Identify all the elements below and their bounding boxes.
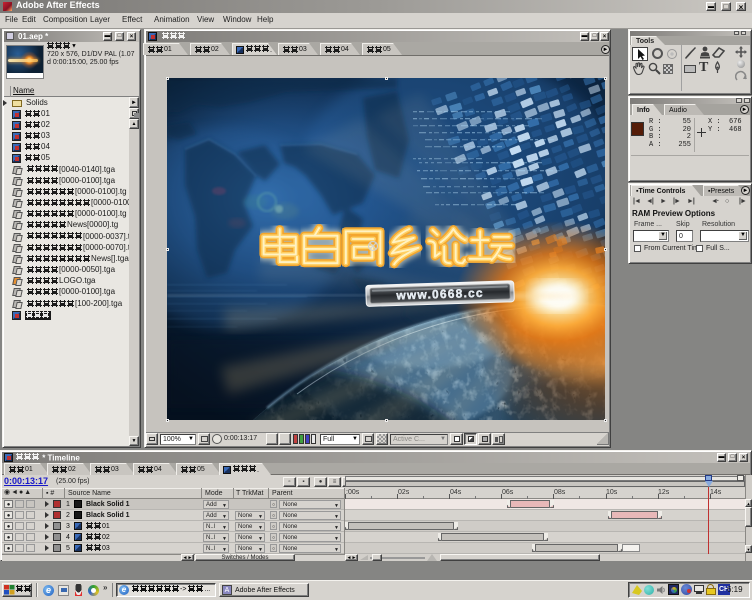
svg-text:www.0668.cc: www.0668.cc xyxy=(395,286,484,303)
